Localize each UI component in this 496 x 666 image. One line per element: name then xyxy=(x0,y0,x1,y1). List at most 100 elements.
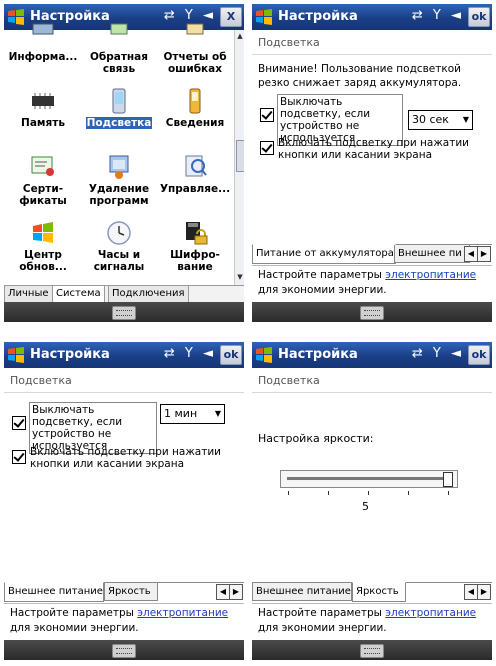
settings-item-remove-programs[interactable]: Удаление программ xyxy=(82,154,156,214)
settings-item-about[interactable]: Сведения xyxy=(158,88,232,148)
info-icon xyxy=(32,23,54,35)
tab-system[interactable]: Система xyxy=(52,286,105,303)
title-bar: Настройка ⇄ Y ◄ ok xyxy=(252,4,492,30)
vertical-scrollbar[interactable]: ▲ ▼ xyxy=(234,30,244,285)
power-settings-note: Настройте параметры электропитание для э… xyxy=(10,607,229,634)
tab-next-icon[interactable]: ▶ xyxy=(229,584,243,600)
status-icons[interactable]: ⇄ Y ◄ xyxy=(164,346,216,361)
brightness-slider[interactable] xyxy=(280,470,458,488)
title-bar: Настройка ⇄ Y ◄ ok xyxy=(4,342,244,368)
settings-item-feedback[interactable]: Обратная связь xyxy=(82,22,156,82)
keyboard-icon[interactable] xyxy=(360,644,384,658)
settings-item-certificates[interactable]: Серти-фикаты xyxy=(6,154,80,214)
app-title: Настройка xyxy=(278,347,358,362)
settings-icon-grid: Информа... Обратная связь Отчеты об ошиб… xyxy=(4,23,234,285)
turn-on-label: Включать подсветку при нажатии кнопки ил… xyxy=(278,137,470,161)
page-title: Подсветка xyxy=(258,36,320,49)
tab-prev-icon[interactable]: ◀ xyxy=(216,584,230,600)
error-report-icon xyxy=(186,23,204,35)
settings-item-encryption[interactable]: Шифро-вание xyxy=(158,220,232,280)
tab-prev-icon[interactable]: ◀ xyxy=(464,246,478,262)
chevron-down-icon: ▼ xyxy=(214,409,221,418)
tab-brightness[interactable]: Яркость xyxy=(104,583,158,601)
turn-on-checkbox[interactable] xyxy=(260,141,274,155)
settings-item-clock[interactable]: Часы и сигналы xyxy=(82,220,156,280)
settings-item-update-center[interactable]: Центр обнов... xyxy=(6,220,80,280)
windows-start-icon[interactable] xyxy=(255,346,273,364)
keyboard-icon[interactable] xyxy=(360,306,384,320)
settings-item-memory[interactable]: Память xyxy=(6,88,80,148)
timeout-value: 1 мин xyxy=(164,407,198,420)
ok-button[interactable]: ok xyxy=(220,345,242,365)
remove-programs-icon xyxy=(109,155,129,179)
tab-next-icon[interactable]: ▶ xyxy=(477,246,491,262)
keyboard-icon[interactable] xyxy=(112,644,136,658)
about-icon xyxy=(189,88,201,114)
tab-external[interactable]: Внешнее питание xyxy=(4,582,104,602)
power-settings-link[interactable]: электропитание xyxy=(385,269,476,281)
power-settings-link[interactable]: электропитание xyxy=(137,607,228,619)
status-icons[interactable]: ⇄ Y ◄ xyxy=(412,346,464,361)
title-bar: Настройка ⇄ Y ◄ ok xyxy=(252,342,492,368)
clock-icon xyxy=(107,221,131,245)
tab-brightness[interactable]: Яркость xyxy=(352,582,406,602)
managed-icon xyxy=(185,155,207,177)
tab-battery[interactable]: Питание от аккумулятора xyxy=(252,244,396,264)
bottom-taskbar xyxy=(252,640,492,660)
settings-tabs: Внешнее питание Яркость ◀ ▶ xyxy=(252,582,492,602)
brightness-label: Настройка яркости: xyxy=(258,432,374,445)
auto-off-checkbox[interactable] xyxy=(260,108,274,122)
certificate-icon xyxy=(31,156,54,176)
scroll-down-icon[interactable]: ▼ xyxy=(236,273,244,283)
footer-divider xyxy=(252,265,492,266)
header-divider xyxy=(252,392,492,393)
backlight-battery-screen: Настройка ⇄ Y ◄ ok Подсветка Внимание! П… xyxy=(252,4,492,322)
tab-connections[interactable]: Подключения xyxy=(108,286,189,303)
battery-warning-text: Внимание! Пользование подсветкой резко с… xyxy=(258,63,462,89)
settings-tabs: Питание от аккумулятора Внешнее пи ◀ ▶ xyxy=(252,244,492,264)
slider-tick xyxy=(328,491,329,495)
page-title: Подсветка xyxy=(258,374,320,387)
settings-system-screen: Настройка ⇄ Y ◄ X Информа... Обратная св… xyxy=(4,4,244,322)
turn-on-checkbox[interactable] xyxy=(12,450,26,464)
memory-chip-icon xyxy=(32,93,54,109)
settings-item-error-reports[interactable]: Отчеты об ошибках xyxy=(158,22,232,82)
app-title: Настройка xyxy=(30,347,110,362)
ok-button[interactable]: ok xyxy=(468,345,490,365)
windows-start-icon[interactable] xyxy=(255,8,273,26)
slider-track xyxy=(287,477,447,480)
timeout-select[interactable]: 30 сек ▼ xyxy=(408,110,473,130)
tab-personal[interactable]: Личные xyxy=(4,286,53,303)
backlight-icon xyxy=(112,88,126,114)
header-divider xyxy=(252,54,492,55)
tab-prev-icon[interactable]: ◀ xyxy=(464,584,478,600)
status-icons[interactable]: ⇄ Y ◄ xyxy=(164,8,216,23)
settings-item-backlight[interactable]: Подсветка xyxy=(82,88,156,148)
keyboard-icon[interactable] xyxy=(112,306,136,320)
windows-start-icon[interactable] xyxy=(7,346,25,364)
encryption-icon xyxy=(186,222,208,245)
power-settings-note: Настройте параметры электропитание для э… xyxy=(258,269,477,296)
category-tabs: Личные Система Подключения xyxy=(4,285,244,303)
timeout-select[interactable]: 1 мин ▼ xyxy=(160,404,225,424)
status-icons[interactable]: ⇄ Y ◄ xyxy=(412,8,464,23)
slider-thumb[interactable] xyxy=(443,472,453,487)
turn-on-label: Включать подсветку при нажатии кнопки ил… xyxy=(30,446,222,470)
tab-external[interactable]: Внешнее пи xyxy=(394,245,470,263)
power-settings-link[interactable]: электропитание xyxy=(385,607,476,619)
brightness-value: 5 xyxy=(362,500,369,513)
backlight-brightness-screen: Настройка ⇄ Y ◄ ok Подсветка Настройка я… xyxy=(252,342,492,660)
scroll-up-icon[interactable]: ▲ xyxy=(236,32,244,42)
auto-off-checkbox[interactable] xyxy=(12,416,26,430)
settings-item-managed[interactable]: Управляе... xyxy=(158,154,232,214)
tab-next-icon[interactable]: ▶ xyxy=(477,584,491,600)
slider-tick xyxy=(408,491,409,495)
footer-divider xyxy=(252,603,492,604)
chevron-down-icon: ▼ xyxy=(462,115,469,124)
ok-button[interactable]: ok xyxy=(468,7,490,27)
slider-tick xyxy=(368,491,369,495)
scroll-thumb[interactable] xyxy=(236,140,244,172)
update-center-icon xyxy=(33,222,53,243)
settings-item-info[interactable]: Информа... xyxy=(6,22,80,82)
tab-external[interactable]: Внешнее питание xyxy=(252,583,352,601)
